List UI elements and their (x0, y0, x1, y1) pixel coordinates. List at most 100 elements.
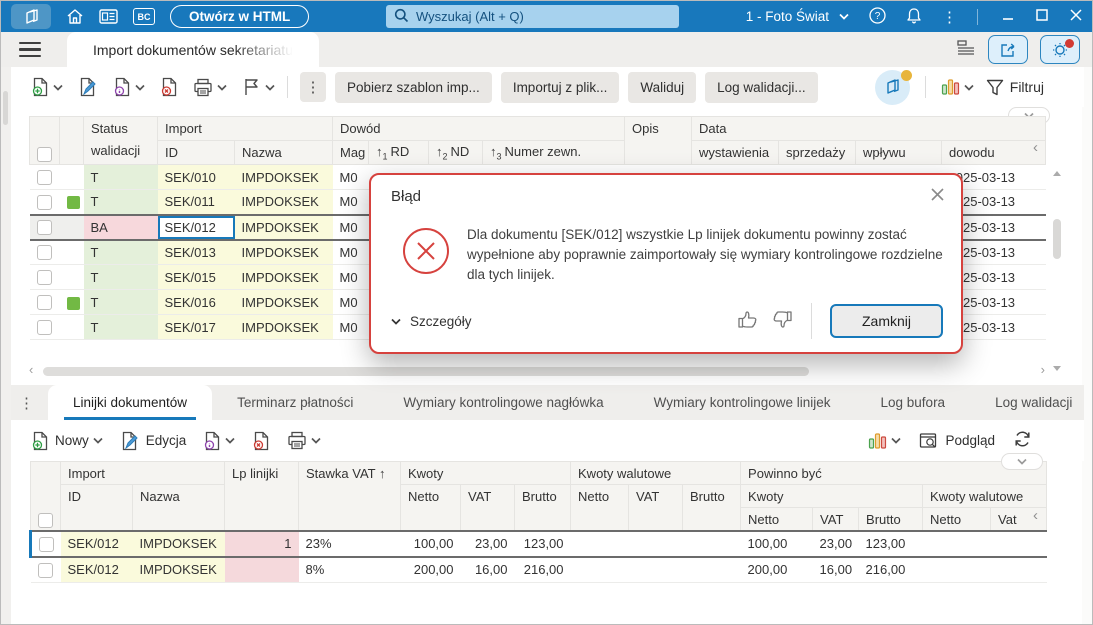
left-scrollbar-thumb[interactable] (3, 91, 8, 125)
cell-stawka[interactable]: 23% (298, 529, 401, 558)
global-search[interactable] (386, 5, 679, 28)
row-checkbox[interactable] (36, 270, 52, 286)
row-checkbox[interactable] (36, 320, 52, 336)
tab-terminarz-platnosci[interactable]: Terminarz płatności (212, 385, 378, 420)
col-pb-wal-vat[interactable]: Vat (990, 507, 1048, 531)
chevron-down-icon[interactable] (225, 437, 235, 444)
cell-pb-netto[interactable]: 200,00 (740, 556, 813, 583)
cell-status[interactable]: T (83, 189, 158, 215)
line-row[interactable]: SEK/012 IMPDOKSEK 8% 200,00 16,00 216,00… (30, 556, 1047, 583)
minimize-button[interactable] (1002, 9, 1014, 24)
chevron-down-icon[interactable] (53, 84, 63, 91)
details-toggle[interactable]: Szczegóły (391, 314, 472, 329)
cell-status[interactable]: T (83, 264, 158, 290)
collapse-bottom-grid-pill[interactable] (1001, 453, 1043, 470)
delete-line-button[interactable] (252, 431, 270, 451)
cell-pb-wal-netto[interactable] (922, 529, 991, 558)
download-template-button[interactable]: Pobierz szablon imp... (335, 71, 492, 103)
cell-mag[interactable]: M0 (332, 264, 369, 290)
chevron-down-icon[interactable] (93, 437, 103, 444)
cell-pb-wal-vat[interactable] (990, 556, 1047, 583)
cell-mag[interactable]: M0 (332, 314, 369, 340)
col-id[interactable]: ID (157, 140, 235, 165)
cell-nazwa[interactable]: IMPDOKSEK (132, 556, 225, 583)
new-line-button[interactable]: Nowy (31, 431, 103, 451)
dialog-close-icon[interactable] (930, 187, 945, 205)
related-windows-button[interactable] (874, 69, 912, 105)
tab-wymiary-naglowka[interactable]: Wymiary kontrolingowe nagłówka (378, 385, 628, 420)
tab-wymiary-linijek[interactable]: Wymiary kontrolingowe linijek (629, 385, 856, 420)
col-pb-vat[interactable]: VAT (812, 507, 860, 531)
cell-vat[interactable]: 23,00 (460, 529, 515, 558)
cell-lp[interactable] (224, 556, 299, 583)
col-mag[interactable]: Mag (332, 140, 369, 165)
delete-document-button[interactable] (160, 77, 178, 97)
help-icon[interactable]: ? (869, 6, 886, 27)
vertical-scrollbar[interactable] (1051, 171, 1064, 371)
col-nazwa[interactable]: Nazwa (132, 484, 225, 531)
cell-wal-netto[interactable] (570, 556, 629, 583)
bc-icon[interactable]: BC (133, 8, 155, 25)
row-checkbox[interactable] (36, 170, 52, 186)
col-numer-zewn[interactable]: ↑3 Numer zewn. (481, 140, 626, 165)
chevron-down-icon[interactable] (964, 84, 974, 91)
chart-view-button[interactable] (941, 78, 974, 96)
cell-nazwa[interactable]: IMPDOKSEK (132, 529, 225, 558)
cell-status[interactable]: T (83, 314, 158, 340)
cell-nazwa[interactable]: IMPDOKSEK (234, 264, 333, 290)
row-checkbox[interactable] (37, 562, 53, 578)
cell-wal-vat[interactable] (628, 556, 683, 583)
tab-linijki-dokumentow[interactable]: Linijki dokumentów (48, 385, 213, 420)
col-rd[interactable]: ↑1 RD (368, 140, 429, 165)
cell-id[interactable]: SEK/013 (157, 239, 235, 265)
col-stawka-vat[interactable]: Stawka VAT ↑ (298, 461, 401, 531)
cell-status[interactable]: T (83, 164, 158, 190)
line-info-button[interactable] (203, 431, 235, 451)
col-wystawienia[interactable]: wystawienia (691, 140, 780, 165)
validate-button[interactable]: Waliduj (628, 71, 697, 103)
cell-id[interactable]: SEK/012 (60, 529, 133, 558)
tab-log-walidacji[interactable]: Log walidacji (970, 385, 1092, 420)
col-pb-netto[interactable]: Netto (740, 507, 814, 531)
col-pb-wal-netto[interactable]: Netto (922, 507, 992, 531)
preview-button[interactable]: Podgląd (919, 432, 995, 450)
hints-bulb-button[interactable] (1040, 35, 1080, 64)
cell-netto[interactable]: 100,00 (400, 529, 461, 558)
cell-brutto[interactable]: 216,00 (514, 556, 571, 583)
chevron-down-icon[interactable] (265, 84, 275, 91)
col-dowodu[interactable]: dowodu (941, 140, 1047, 165)
col-wal-vat[interactable]: VAT (628, 484, 684, 531)
open-in-html-button[interactable]: Otwórz w HTML (170, 5, 310, 28)
line-row-selected[interactable]: SEK/012 IMPDOKSEK 1 23% 100,00 23,00 123… (29, 529, 1047, 558)
col-sprzedazy[interactable]: sprzedaży (778, 140, 857, 165)
chevron-down-icon[interactable] (135, 84, 145, 91)
app-logo-icon[interactable] (11, 4, 51, 29)
col-wal-netto[interactable]: Netto (570, 484, 630, 531)
row-checkbox[interactable] (36, 194, 52, 210)
row-checkbox[interactable] (36, 245, 52, 261)
col-wal-brutto[interactable]: Brutto (682, 484, 742, 531)
scrollbar-thumb[interactable] (1053, 219, 1061, 259)
validation-log-button[interactable]: Log walidacji... (705, 71, 818, 103)
notifications-bell-icon[interactable] (906, 7, 922, 27)
row-checkbox[interactable] (36, 220, 52, 236)
cell-pb-wal-netto[interactable] (922, 556, 991, 583)
col-brutto[interactable]: Brutto (513, 484, 572, 531)
document-info-button[interactable] (113, 77, 145, 97)
cell-wal-brutto[interactable] (682, 556, 741, 583)
import-from-file-button[interactable]: Importuj z plik... (500, 71, 620, 103)
cell-wal-brutto[interactable] (682, 529, 741, 558)
scroll-left-arrow[interactable]: ‹ (29, 362, 33, 377)
close-dialog-button[interactable]: Zamknij (829, 304, 943, 338)
cell-nazwa[interactable]: IMPDOKSEK (234, 213, 333, 241)
col-vat[interactable]: VAT (460, 484, 515, 531)
print-button[interactable] (193, 78, 227, 97)
cell-pb-vat[interactable]: 23,00 (812, 529, 859, 558)
edit-line-button[interactable]: Edycja (120, 431, 186, 451)
cell-id[interactable]: SEK/011 (157, 189, 235, 215)
cell-nazwa[interactable]: IMPDOKSEK (234, 289, 333, 315)
scroll-down-arrow[interactable] (1053, 366, 1061, 371)
drag-handle-icon[interactable]: ⋮ (11, 385, 48, 420)
tab-import-dokumentow[interactable]: Import dokumentów sekretariatu (67, 32, 319, 67)
cell-id-focused[interactable]: SEK/012 (157, 213, 235, 241)
